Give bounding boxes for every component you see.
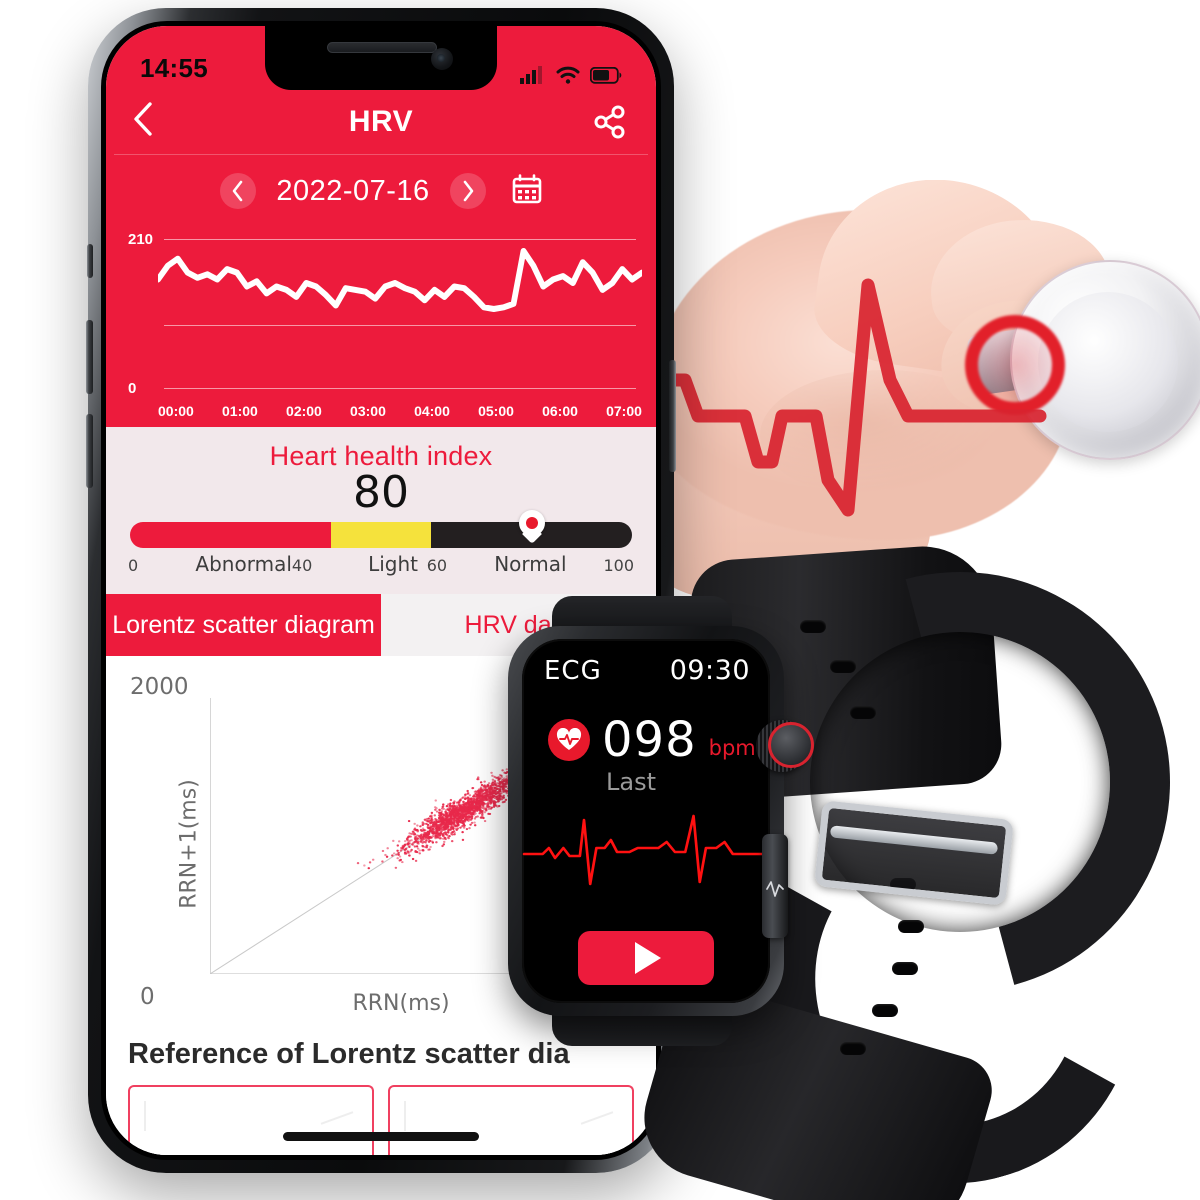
share-icon xyxy=(594,105,625,139)
scale-value-40: 40 xyxy=(291,556,313,576)
watch-case: ECG 09:30 098 bpm Last xyxy=(508,626,784,1016)
hrv-waveform-path xyxy=(158,248,642,312)
watch-app-title: ECG xyxy=(544,655,602,686)
calendar-button[interactable] xyxy=(512,173,542,209)
tab-lorentz-scatter-diagram[interactable]: Lorentz scatter diagram xyxy=(106,594,381,657)
watch-screen: ECG 09:30 098 bpm Last xyxy=(522,639,770,1003)
hrv-xtick: 04:00 xyxy=(414,403,450,419)
silent-switch-button[interactable] xyxy=(87,244,93,278)
heart-pulse-icon xyxy=(548,719,590,761)
segment-light xyxy=(330,522,432,549)
display-notch xyxy=(265,26,497,90)
date-prev-button[interactable] xyxy=(220,173,257,209)
hrv-xtick: 07:00 xyxy=(606,403,642,419)
chevron-left-icon xyxy=(134,102,152,136)
wifi-icon xyxy=(556,66,580,84)
chevron-right-icon xyxy=(463,180,473,202)
battery-icon xyxy=(590,66,622,84)
selected-date[interactable]: 2022-07-16 xyxy=(276,175,429,208)
hrv-xtick: 06:00 xyxy=(542,403,578,419)
watch-crown-button[interactable] xyxy=(768,722,814,768)
watch-play-button[interactable] xyxy=(578,931,714,985)
hrv-xtick: 02:00 xyxy=(286,403,322,419)
scatter-y-axis-title: RRN+1(ms) xyxy=(176,779,202,909)
chevron-left-icon xyxy=(233,180,243,202)
front-camera-icon xyxy=(431,48,453,70)
status-bar-icons xyxy=(520,66,622,84)
date-next-button[interactable] xyxy=(449,173,486,209)
watch-status-row: ECG 09:30 xyxy=(522,639,770,686)
play-triangle-icon xyxy=(635,942,661,974)
hrv-xtick: 05:00 xyxy=(478,403,514,419)
scale-label-light: Light xyxy=(368,552,418,577)
watch-side-button[interactable] xyxy=(762,834,788,938)
hrv-line-chart: 210 0 00:00 01:00 02:00 03:00 04:00 05:0… xyxy=(106,227,656,427)
scale-label-abnormal: Abnormal xyxy=(195,552,292,577)
health-index-track xyxy=(130,522,632,549)
hrv-y-min-label: 0 xyxy=(128,380,137,397)
hrv-xtick: 00:00 xyxy=(158,403,194,419)
watch-ecg-waveform xyxy=(522,814,770,886)
watch-bpm-unit: bpm xyxy=(708,736,756,760)
hrv-y-max-label: 210 xyxy=(128,231,154,248)
watch-bpm-value: 098 xyxy=(602,712,697,768)
back-button[interactable] xyxy=(132,101,176,143)
calendar-icon xyxy=(512,173,541,203)
map-pin-marker-icon xyxy=(518,510,545,544)
health-index-score: 80 xyxy=(353,467,409,518)
hrv-xtick: 01:00 xyxy=(222,403,258,419)
health-index-bar[interactable] xyxy=(130,510,632,549)
volume-up-button[interactable] xyxy=(86,320,93,394)
watch-caption: Last xyxy=(606,768,656,796)
cellular-signal-icon xyxy=(520,66,542,84)
power-button[interactable] xyxy=(669,360,676,472)
date-picker: 2022-07-16 xyxy=(106,155,656,227)
navigation-bar: HRV xyxy=(106,90,656,154)
screenshot-stage: 14:55 HRV 2022-07-16 210 0 00:00 01:00 0… xyxy=(0,0,1200,1200)
watch-time: 09:30 xyxy=(669,655,750,686)
hrv-x-axis-labels: 00:00 01:00 02:00 03:00 04:00 05:00 06:0… xyxy=(158,403,642,419)
volume-down-button[interactable] xyxy=(86,414,93,488)
hrv-gridline-top xyxy=(164,239,636,240)
ecg-wave-icon xyxy=(766,881,784,897)
scatter-y-max-label: 2000 xyxy=(130,674,189,701)
watch-heart-rate-row: 098 bpm xyxy=(522,686,770,764)
hand-stethoscope-photo xyxy=(640,180,1200,610)
smartwatch-device: ECG 09:30 098 bpm Last xyxy=(500,495,1200,1200)
segment-abnormal xyxy=(130,522,331,549)
hrv-xtick: 03:00 xyxy=(350,403,386,419)
home-indicator-bar[interactable] xyxy=(283,1132,479,1141)
status-bar-time: 14:55 xyxy=(140,53,208,83)
page-title: HRV xyxy=(348,105,414,138)
ecg-pulse-line-icon xyxy=(653,278,1047,517)
scale-value-60: 60 xyxy=(426,556,448,576)
earpiece-speaker xyxy=(327,42,437,53)
reference-card[interactable] xyxy=(128,1085,374,1155)
scale-value-0: 0 xyxy=(128,556,139,576)
hrv-gridline-bottom xyxy=(164,388,636,389)
share-button[interactable] xyxy=(590,102,630,142)
